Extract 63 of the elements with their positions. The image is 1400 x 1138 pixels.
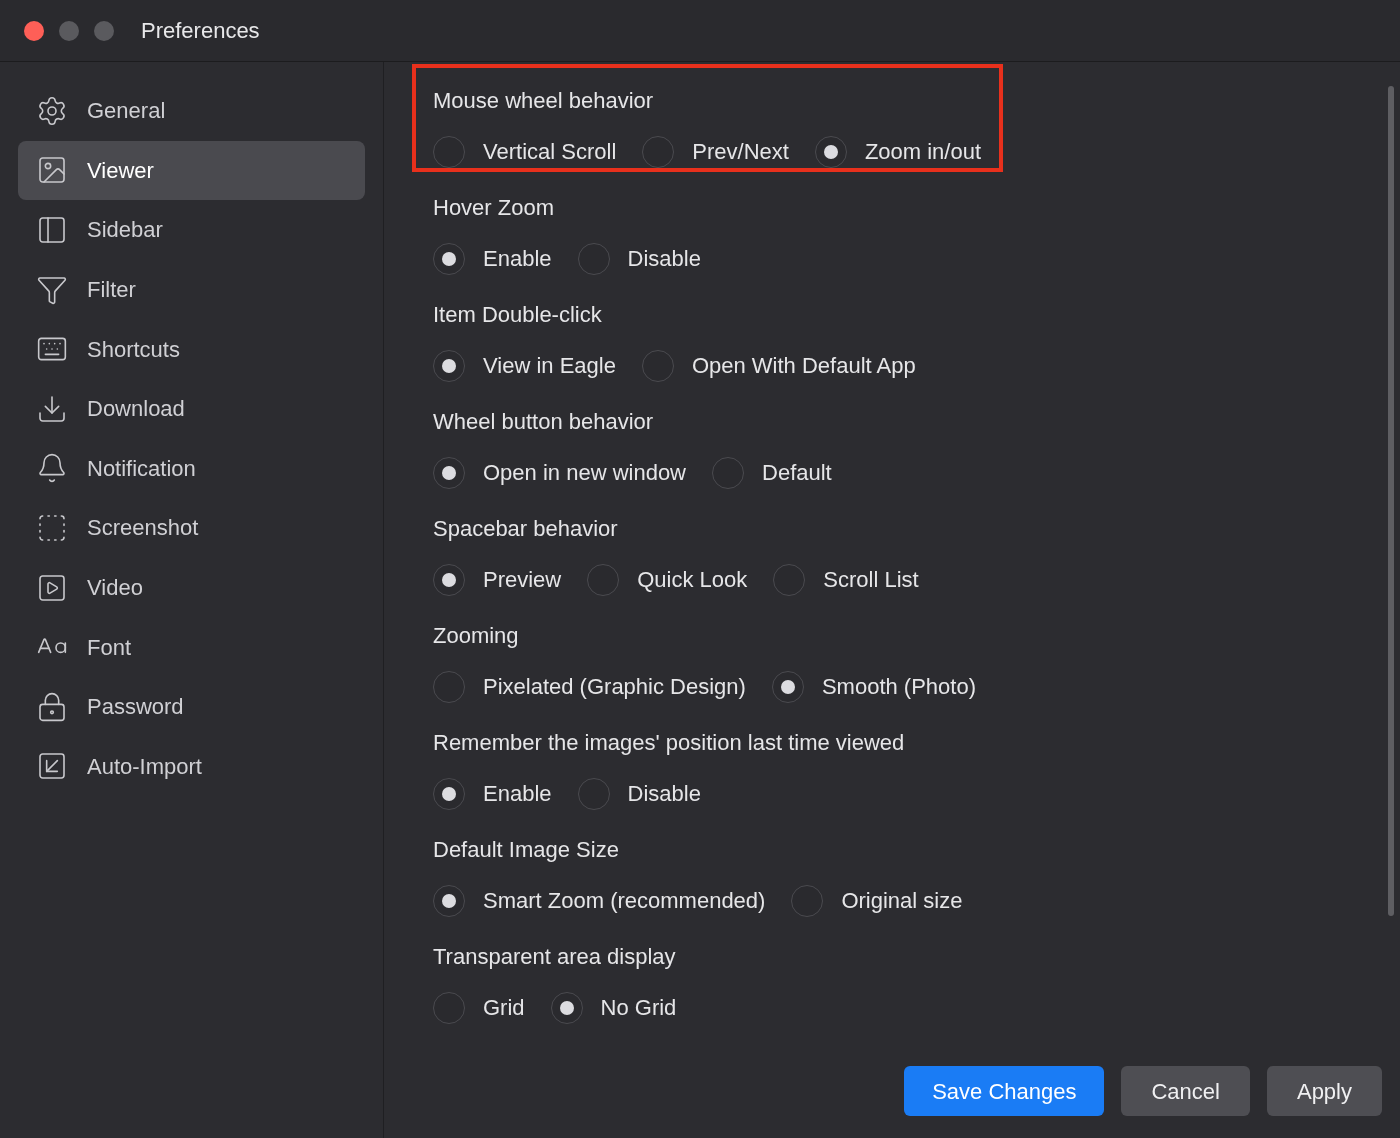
radio-label: Original size xyxy=(841,887,963,915)
radio-button[interactable] xyxy=(433,777,465,810)
setting-title: Item Double-click xyxy=(433,301,603,329)
sidebar-item[interactable]: Video xyxy=(18,557,365,618)
action-button[interactable]: Save Changes xyxy=(904,1066,1105,1116)
sidebar-item[interactable]: General xyxy=(18,81,365,141)
radio-label: Open in new window xyxy=(483,459,686,487)
sidebar-item[interactable]: Sidebar xyxy=(18,200,365,260)
radio-button[interactable] xyxy=(433,563,465,596)
radio-button[interactable] xyxy=(433,884,465,917)
settings-icon xyxy=(36,94,68,127)
action-button[interactable]: Cancel xyxy=(1121,1066,1250,1116)
sidebar-item[interactable]: Shortcuts xyxy=(18,319,365,379)
radio-label: Enable xyxy=(483,245,552,273)
minimize-button[interactable] xyxy=(59,20,79,41)
panel-icon xyxy=(36,214,68,246)
sidebar-item[interactable]: Download xyxy=(18,378,365,439)
lock-icon xyxy=(36,690,68,723)
setting-title: Hover Zoom xyxy=(433,194,556,222)
scrollbar[interactable] xyxy=(1388,86,1394,916)
setting-title: Transparent area display xyxy=(433,943,677,971)
radio-label: Prev/Next xyxy=(692,138,789,166)
radio-label: Scroll List xyxy=(823,566,919,594)
radio-label: Vertical Scroll xyxy=(483,138,617,166)
radio-button[interactable] xyxy=(433,670,465,703)
bell-icon xyxy=(36,452,68,485)
setting-title: Wheel button behavior xyxy=(433,408,655,436)
radio-label: Open With Default App xyxy=(691,352,916,380)
radio-label: View in Eagle xyxy=(483,352,616,380)
setting-title: Default Image Size xyxy=(433,836,620,864)
window-title: Preferences xyxy=(141,17,260,45)
radio-label: Disable xyxy=(627,245,701,273)
sidebar-item[interactable]: Notification xyxy=(18,438,365,499)
sidebar-item[interactable]: Password xyxy=(18,676,365,737)
radio-label: Zoom in/out xyxy=(864,138,982,166)
radio-label: Grid xyxy=(483,994,525,1022)
radio-label: Pixelated (Graphic Design) xyxy=(483,673,746,701)
radio-button[interactable] xyxy=(433,135,465,168)
radio-label: Default xyxy=(762,459,832,487)
radio-button[interactable] xyxy=(433,349,465,382)
setting-title: Remember the images' position last time viewed xyxy=(433,729,905,757)
close-button[interactable] xyxy=(24,20,44,41)
radio-button[interactable] xyxy=(433,242,465,275)
radio-label: No Grid xyxy=(600,994,677,1022)
sidebar-item[interactable]: Auto-Import xyxy=(18,736,365,797)
radio-button[interactable] xyxy=(433,991,465,1024)
setting-title: Zooming xyxy=(433,622,520,650)
sidebar-item[interactable]: Screenshot xyxy=(18,498,365,558)
radio-label: Preview xyxy=(483,566,562,594)
zoom-button[interactable] xyxy=(94,20,114,41)
setting-title: Spacebar behavior xyxy=(433,515,619,543)
radio-button[interactable] xyxy=(712,456,744,489)
action-button[interactable]: Apply xyxy=(1266,1066,1382,1116)
radio-label: Smooth (Photo) xyxy=(821,673,976,701)
radio-button[interactable] xyxy=(433,456,465,489)
radio-label: Disable xyxy=(627,780,701,808)
sidebar-item[interactable]: Viewer xyxy=(18,140,365,201)
radio-label: Smart Zoom (recommended) xyxy=(483,887,766,915)
radio-label: Enable xyxy=(483,780,552,808)
sidebar-item[interactable]: Font xyxy=(18,617,365,677)
setting-title: Mouse wheel behavior xyxy=(433,87,655,115)
radio-label: Quick Look xyxy=(637,566,748,594)
sidebar-item[interactable]: Filter xyxy=(18,259,365,320)
